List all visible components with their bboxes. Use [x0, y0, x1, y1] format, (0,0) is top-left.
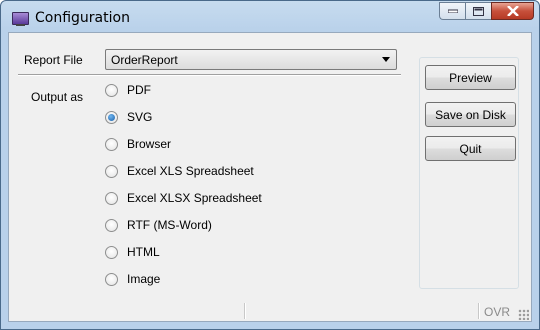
- radio-label: Image: [127, 272, 161, 286]
- radio-button[interactable]: [105, 245, 118, 259]
- title-bar[interactable]: Configuration: [1, 1, 539, 33]
- configuration-window: Configuration Report File OrderReport Ou…: [0, 0, 540, 330]
- caption-buttons: [439, 2, 534, 22]
- radio-button[interactable]: [105, 83, 118, 97]
- status-divider: [478, 303, 480, 319]
- app-window-icon[interactable]: [12, 12, 29, 26]
- maximize-button[interactable]: [465, 2, 491, 20]
- quit-button[interactable]: Quit: [425, 136, 516, 161]
- actions-group: [419, 57, 519, 289]
- radio-label: SVG: [127, 110, 153, 124]
- radio-label: Browser: [127, 137, 172, 151]
- maximize-icon: [473, 6, 484, 16]
- preview-button[interactable]: Preview: [425, 65, 516, 90]
- status-divider: [244, 303, 246, 319]
- radio-button[interactable]: [105, 191, 118, 205]
- status-bar: OVR: [8, 298, 532, 322]
- chevron-down-icon[interactable]: [382, 57, 390, 62]
- radio-option-svg[interactable]: SVG: [105, 109, 152, 125]
- minimize-button[interactable]: [439, 2, 465, 20]
- radio-option-image[interactable]: Image: [105, 271, 160, 287]
- window-title: Configuration: [35, 10, 130, 26]
- report-file-select[interactable]: OrderReport: [105, 49, 397, 70]
- radio-label: Excel XLS Spreadsheet: [127, 164, 254, 178]
- radio-option-excel-xls[interactable]: Excel XLS Spreadsheet: [105, 163, 254, 179]
- radio-button[interactable]: [105, 272, 118, 286]
- minimize-icon: [447, 9, 458, 13]
- radio-button[interactable]: [105, 137, 118, 151]
- radio-option-browser[interactable]: Browser: [105, 136, 171, 152]
- overwrite-mode-indicator: OVR: [484, 305, 511, 319]
- close-icon: [506, 6, 519, 16]
- radio-label: RTF (MS-Word): [127, 218, 212, 232]
- client-area: Report File OrderReport Output as PDF SV…: [8, 32, 532, 322]
- report-file-value: OrderReport: [111, 53, 178, 67]
- divider: [18, 74, 401, 76]
- radio-option-html[interactable]: HTML: [105, 244, 160, 260]
- radio-label: HTML: [127, 245, 160, 259]
- radio-button-selected[interactable]: [105, 110, 118, 124]
- radio-button[interactable]: [105, 218, 118, 232]
- radio-option-excel-xlsx[interactable]: Excel XLSX Spreadsheet: [105, 190, 262, 206]
- close-button[interactable]: [491, 2, 534, 20]
- radio-button[interactable]: [105, 164, 118, 178]
- report-file-label: Report File: [24, 53, 83, 67]
- resize-grip-icon[interactable]: [518, 309, 529, 320]
- radio-option-pdf[interactable]: PDF: [105, 82, 151, 98]
- output-as-label: Output as: [31, 90, 84, 104]
- radio-label: PDF: [127, 83, 151, 97]
- save-on-disk-button[interactable]: Save on Disk: [425, 102, 516, 127]
- radio-option-rtf[interactable]: RTF (MS-Word): [105, 217, 212, 233]
- radio-label: Excel XLSX Spreadsheet: [127, 191, 262, 205]
